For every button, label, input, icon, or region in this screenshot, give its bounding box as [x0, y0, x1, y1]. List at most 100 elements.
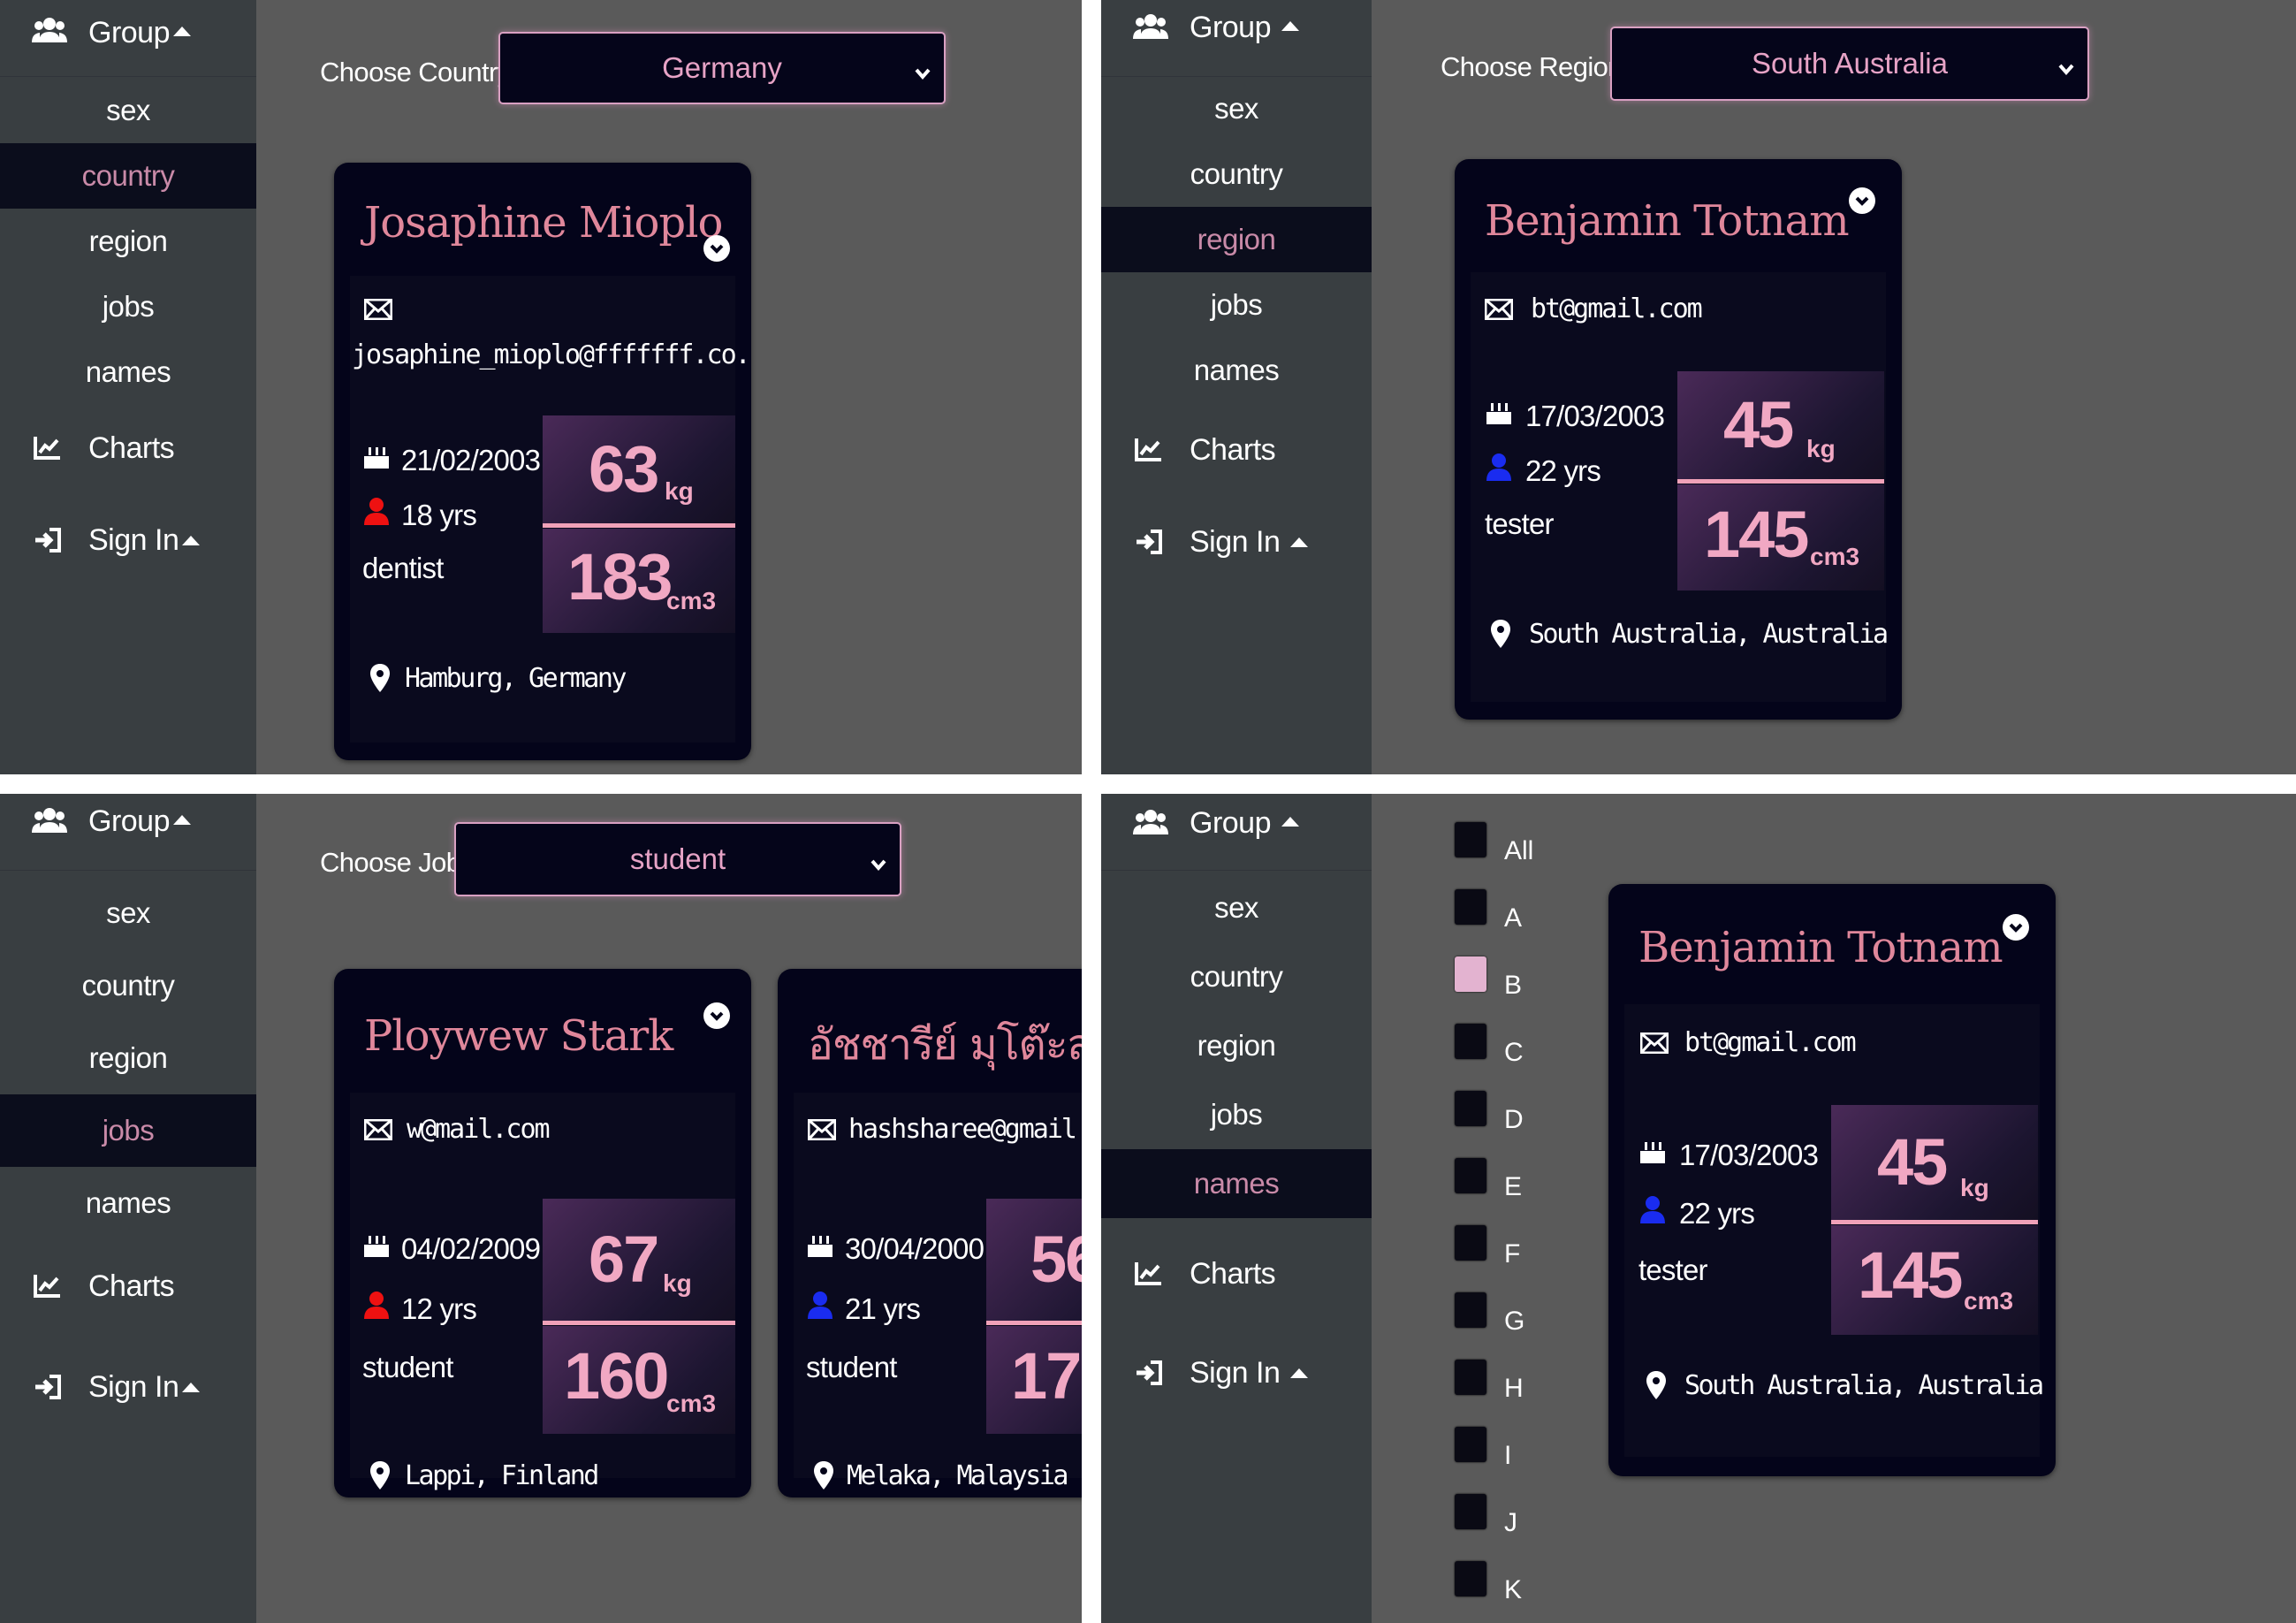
card-birthday: 21/02/2003: [401, 444, 541, 476]
sidebar-signin[interactable]: Sign In: [0, 1361, 256, 1414]
sidebar-item-jobs[interactable]: jobs: [1101, 272, 1372, 338]
sidebar-charts[interactable]: Charts: [1101, 424, 1372, 477]
checkbox-label: A: [1504, 903, 1523, 933]
weight-unit: kg: [1806, 435, 1836, 462]
region-select[interactable]: South Australia: [1610, 27, 2089, 101]
checkbox[interactable]: [1455, 1561, 1486, 1596]
signin-label: Sign In: [1190, 525, 1281, 559]
sidebar-item-region[interactable]: region: [1101, 207, 1372, 272]
checkbox-label: F: [1504, 1239, 1521, 1269]
sidebar-group-label: Group: [88, 804, 171, 838]
map-marker-icon: [369, 663, 391, 697]
caret-up-icon: [173, 815, 191, 825]
checkbox-checked[interactable]: [1455, 956, 1486, 992]
card-location: Melaka, Malaysia: [847, 1460, 1068, 1491]
card-age: 21 yrs: [845, 1292, 921, 1325]
birthday-cake-icon: [362, 1232, 391, 1263]
sidebar-item-country[interactable]: country: [1101, 942, 1372, 1011]
height-box: 172: [986, 1326, 1082, 1434]
card-height: 183: [567, 540, 673, 613]
card-height: 145: [1704, 498, 1809, 571]
birthday-cake-icon: [362, 444, 391, 475]
card-job: tester: [1638, 1253, 1708, 1286]
sidebar: Group sex country region jobs names Char…: [0, 0, 256, 774]
height-box: 160 cm3: [543, 1326, 735, 1434]
sidebar-item-sex[interactable]: sex: [1101, 873, 1372, 942]
checkbox-label: B: [1504, 971, 1523, 1000]
jobs-select[interactable]: student: [454, 822, 901, 896]
sidebar: Group sex country region jobs names Char…: [1101, 794, 1372, 1623]
select-value: South Australia: [1752, 47, 1948, 80]
card-weight: 67: [589, 1223, 659, 1296]
sidebar-item-names[interactable]: names: [0, 339, 256, 405]
checkbox[interactable]: [1455, 822, 1486, 857]
card-location: South Australia, Australia: [1684, 1370, 2044, 1401]
sidebar-item-jobs[interactable]: jobs: [0, 1094, 256, 1167]
height-unit: cm3: [666, 1390, 717, 1417]
checkbox[interactable]: [1455, 1292, 1486, 1328]
sidebar-item-country[interactable]: country: [1101, 141, 1372, 207]
screen-region-filter: Group sex country region jobs names Char…: [1101, 0, 2296, 774]
stat-divider: [1677, 479, 1884, 484]
checkbox[interactable]: [1455, 1225, 1486, 1261]
sidebar-item-region[interactable]: region: [1101, 1011, 1372, 1080]
stat-divider: [543, 1321, 735, 1325]
checkbox[interactable]: [1455, 889, 1486, 925]
checkbox-label: I: [1504, 1441, 1512, 1470]
sidebar-item-region[interactable]: region: [0, 1022, 256, 1094]
checkbox[interactable]: [1455, 1494, 1486, 1529]
envelope-icon: [1484, 298, 1514, 324]
sidebar-signin[interactable]: Sign In: [1101, 1347, 1372, 1400]
card-email: bt@gmail.com: [1531, 293, 1703, 324]
sidebar-group-label: Group: [88, 16, 171, 50]
chevron-circle-down-icon[interactable]: [703, 1002, 730, 1029]
sidebar-item-country[interactable]: country: [0, 143, 256, 209]
select-value: student: [629, 842, 726, 875]
chevron-down-icon: [914, 57, 931, 91]
user-icon: [1638, 1195, 1667, 1228]
sidebar-item-sex[interactable]: sex: [0, 877, 256, 949]
height-unit: cm3: [1810, 543, 1860, 570]
checkbox[interactable]: [1455, 1024, 1486, 1059]
user-icon: [362, 497, 391, 530]
sidebar-item-names[interactable]: names: [1101, 1149, 1372, 1218]
sidebar-group-header[interactable]: Group: [0, 0, 256, 77]
profile-card: Benjamin Totnam bt@gmail.com 17/03/2003 …: [1455, 159, 1902, 720]
card-weight: 45: [1723, 388, 1794, 461]
stat-divider: [1831, 1220, 2038, 1224]
sidebar: Group sex country region jobs names Char…: [1101, 0, 1372, 774]
user-icon: [806, 1291, 834, 1323]
sidebar-charts[interactable]: Charts: [0, 423, 256, 476]
card-weight: 45: [1877, 1125, 1948, 1199]
sidebar-item-sex[interactable]: sex: [0, 78, 256, 143]
card-age: 18 yrs: [401, 499, 477, 531]
sidebar-item-jobs[interactable]: jobs: [0, 274, 256, 339]
sidebar-charts[interactable]: Charts: [0, 1261, 256, 1314]
sidebar-item-names[interactable]: names: [0, 1167, 256, 1239]
envelope-icon: [1639, 1032, 1669, 1058]
checkbox[interactable]: [1455, 1360, 1486, 1395]
caret-up-icon: [1281, 817, 1299, 827]
checkbox[interactable]: [1455, 1158, 1486, 1193]
sidebar-charts[interactable]: Charts: [1101, 1248, 1372, 1301]
chevron-circle-down-icon[interactable]: [2003, 914, 2029, 941]
chevron-circle-down-icon[interactable]: [1849, 187, 1875, 214]
sidebar-item-country[interactable]: country: [0, 949, 256, 1022]
sidebar-item-sex[interactable]: sex: [1101, 76, 1372, 141]
caret-up-icon: [1290, 537, 1308, 547]
sidebar-signin[interactable]: Sign In: [0, 514, 256, 568]
country-select[interactable]: Germany: [498, 32, 946, 104]
sidebar-group-header[interactable]: Group: [1101, 794, 1372, 871]
sidebar-signin[interactable]: Sign In: [1101, 516, 1372, 569]
sidebar-item-region[interactable]: region: [0, 209, 256, 274]
checkbox[interactable]: [1455, 1427, 1486, 1462]
sidebar-item-names[interactable]: names: [1101, 338, 1372, 403]
filter-label: Choose Jobs: [320, 847, 475, 878]
chevron-circle-down-icon[interactable]: [703, 235, 730, 262]
sidebar-group-header[interactable]: Group: [1101, 0, 1372, 77]
profile-card: Ploywew Stark w@mail.com 04/02/2009 12 y…: [334, 969, 751, 1497]
sidebar-group-header[interactable]: Group: [0, 794, 256, 871]
sidebar-item-jobs[interactable]: jobs: [1101, 1080, 1372, 1149]
card-name: Benjamin Totnam: [1638, 923, 2003, 972]
checkbox[interactable]: [1455, 1091, 1486, 1126]
